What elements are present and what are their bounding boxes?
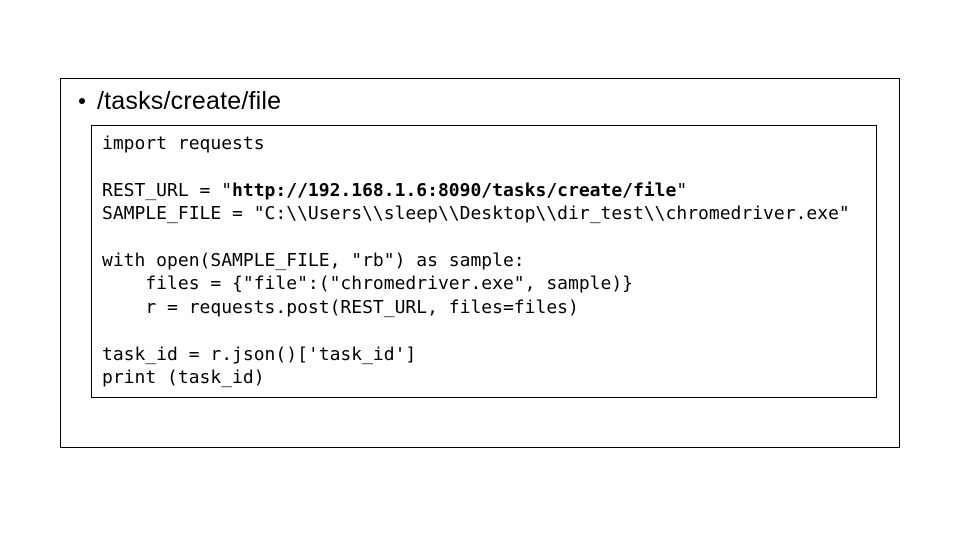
code-box: import requests REST_URL = "http://192.1…: [91, 125, 877, 398]
code-line: print (task_id): [102, 367, 265, 388]
outer-box: /tasks/create/file import requests REST_…: [60, 78, 900, 448]
code-line: r = requests.post(REST_URL, files=files): [102, 297, 579, 318]
code-bold-url: http://192.168.1.6:8090/tasks/create/fil…: [232, 180, 676, 201]
code-line: files = {"file":("chromedriver.exe", sam…: [102, 273, 633, 294]
code-line: SAMPLE_FILE = "C:\\Users\\sleep\\Desktop…: [102, 203, 850, 224]
slide: /tasks/create/file import requests REST_…: [0, 0, 960, 540]
code-text: REST_URL = ": [102, 180, 232, 201]
code-text: ": [676, 180, 687, 201]
bullet-text: /tasks/create/file: [97, 86, 281, 116]
code-line: import requests: [102, 133, 265, 154]
bullet-item: /tasks/create/file: [79, 86, 881, 116]
bullet-dot-icon: [79, 98, 85, 104]
code-line: with open(SAMPLE_FILE, "rb") as sample:: [102, 250, 525, 271]
code-line: REST_URL = "http://192.168.1.6:8090/task…: [102, 180, 687, 201]
code-line: task_id = r.json()['task_id']: [102, 344, 416, 365]
